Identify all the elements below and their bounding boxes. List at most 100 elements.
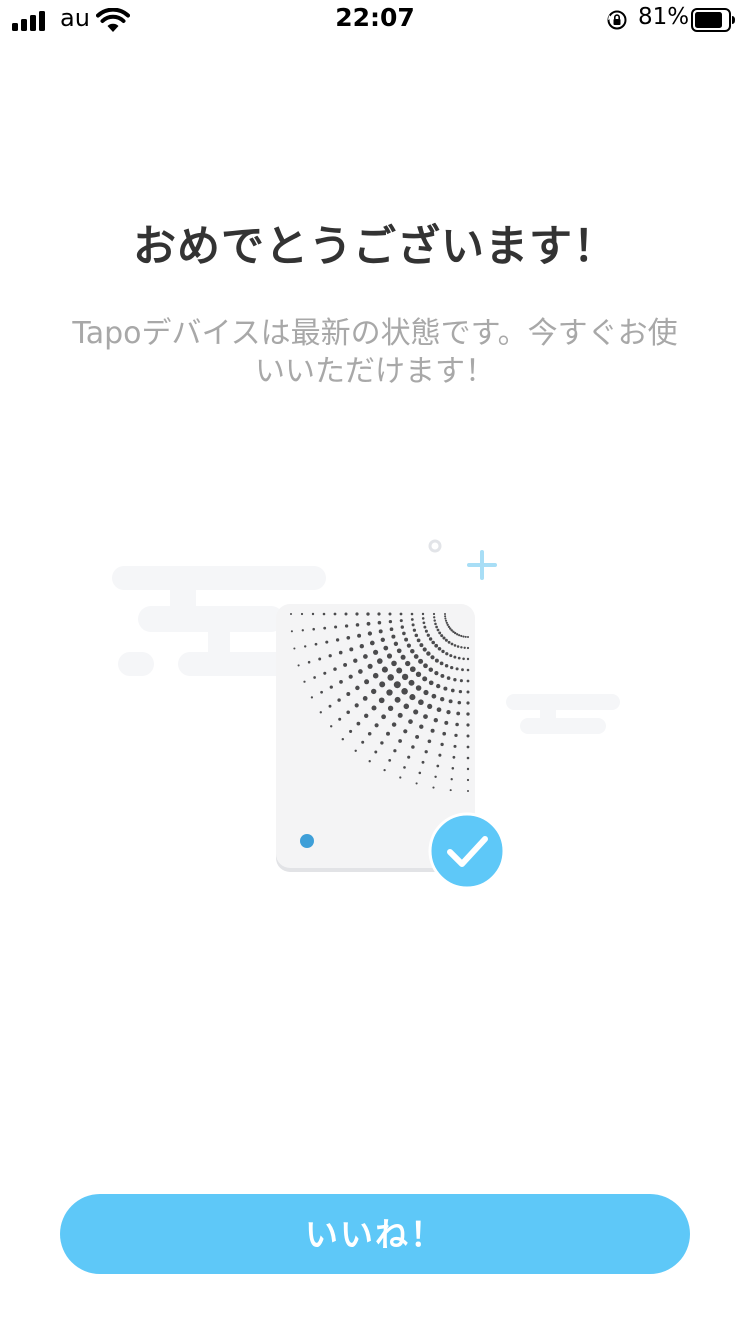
speaker-dot [444,619,448,622]
subtitle-line-2: いいただけます！ [255,354,495,389]
speaker-dot [355,685,360,691]
speaker-dot [466,657,470,661]
speaker-dot [409,666,416,673]
speaker-dot [344,624,349,628]
speaker-dot [412,628,417,632]
speaker-dot [364,713,369,718]
speaker-dot [431,693,437,699]
speaker-dot [378,697,385,704]
speaker-dot [434,775,437,779]
speaker-dot [389,627,394,632]
speaker-dot [371,705,377,711]
speaker-dot [466,745,470,749]
speaker-dot [293,647,296,650]
speaker-dot [426,633,430,637]
speaker-dot [393,641,399,646]
speaker-dot [438,753,442,757]
speaker-dot [333,667,337,671]
speaker-dot [453,644,457,647]
speaker-dot [393,749,397,753]
speaker-dot [443,686,448,691]
speaker-dot [442,731,447,736]
speaker-dot [339,680,343,684]
speaker-dot [383,645,389,651]
speaker-dot [413,654,419,659]
speaker-dot [422,621,426,625]
speaker-dot [466,756,470,760]
speaker-dot [319,711,322,714]
speaker-dot [373,649,379,655]
speaker-dot [434,658,439,663]
speaker-dot [454,733,458,738]
speaker-dot [399,619,403,623]
speaker-dot [354,749,357,752]
speaker-dot [447,625,451,628]
check-badge-icon [428,812,506,890]
speaker-dot [438,631,442,635]
speaker-dot [423,689,429,696]
speaker-dot [381,666,388,673]
speaker-dot [323,671,327,675]
speaker-dot [414,633,419,638]
speaker-dot [418,771,422,775]
speaker-dot [366,621,371,626]
screen: au 22:07 81% おめでとうございます！ Tapoデバイスは最新の状態で… [0,0,750,1334]
speaker-dot [401,673,409,681]
speaker-dot [418,658,424,664]
speaker-dot [448,699,453,704]
speaker-dot [466,646,470,650]
speaker-dot [432,786,435,789]
speaker-dot [379,681,386,688]
speaker-dot [466,767,470,771]
speaker-dot [322,612,326,616]
speaker-dot [378,629,383,634]
speaker-dot [318,657,322,661]
speaker-dot [419,724,424,729]
sparkle-dot-icon [428,539,442,553]
speaker-dot [466,679,470,683]
speaker-dot [290,613,292,615]
speaker-dot [434,643,439,648]
speaker-dot [449,789,452,792]
speaker-dot [407,755,411,759]
speaker-dot [466,723,470,727]
speaker-dot [467,790,469,792]
speaker-dot [430,728,435,733]
speaker-dot [415,734,420,739]
speaker-dot [328,654,332,658]
speaker-dot [349,729,353,733]
speaker-dot [401,688,408,695]
speaker-dot [394,696,401,703]
speaker-dot [303,680,306,683]
speaker-dot [409,694,416,701]
speaker-dot [433,616,436,619]
subtitle-line-1: Tapoデバイスは最新の状態です。今すぐお使 [72,316,678,351]
speaker-dot [411,745,415,749]
speaker-dot [434,622,437,626]
speaker-dot [424,750,428,754]
speaker-dot [313,676,316,679]
speaker-dot [311,612,315,616]
speaker-dot [430,655,435,660]
speaker-dot [456,633,459,636]
speaker-dot [441,649,445,654]
speaker-dot [388,612,392,616]
speaker-dot [356,721,361,726]
speaker-dot [403,766,406,769]
speaker-dot [386,731,390,736]
speaker-dot [444,638,448,642]
speaker-dot [353,658,358,663]
speaker-dot [466,734,470,738]
speaker-dot [444,613,446,615]
speaker-dot [450,688,455,693]
speaker-dot [410,612,414,616]
speaker-dot [423,714,428,719]
speaker-dot [380,637,385,642]
speaker-dot [464,635,467,638]
speaker-dot [458,634,461,637]
speaker-dot [368,760,371,763]
battery-percent: 81% [638,4,690,30]
speaker-dot [457,656,461,660]
speaker-dot [426,651,431,656]
like-button[interactable]: いいね！ [60,1194,690,1274]
